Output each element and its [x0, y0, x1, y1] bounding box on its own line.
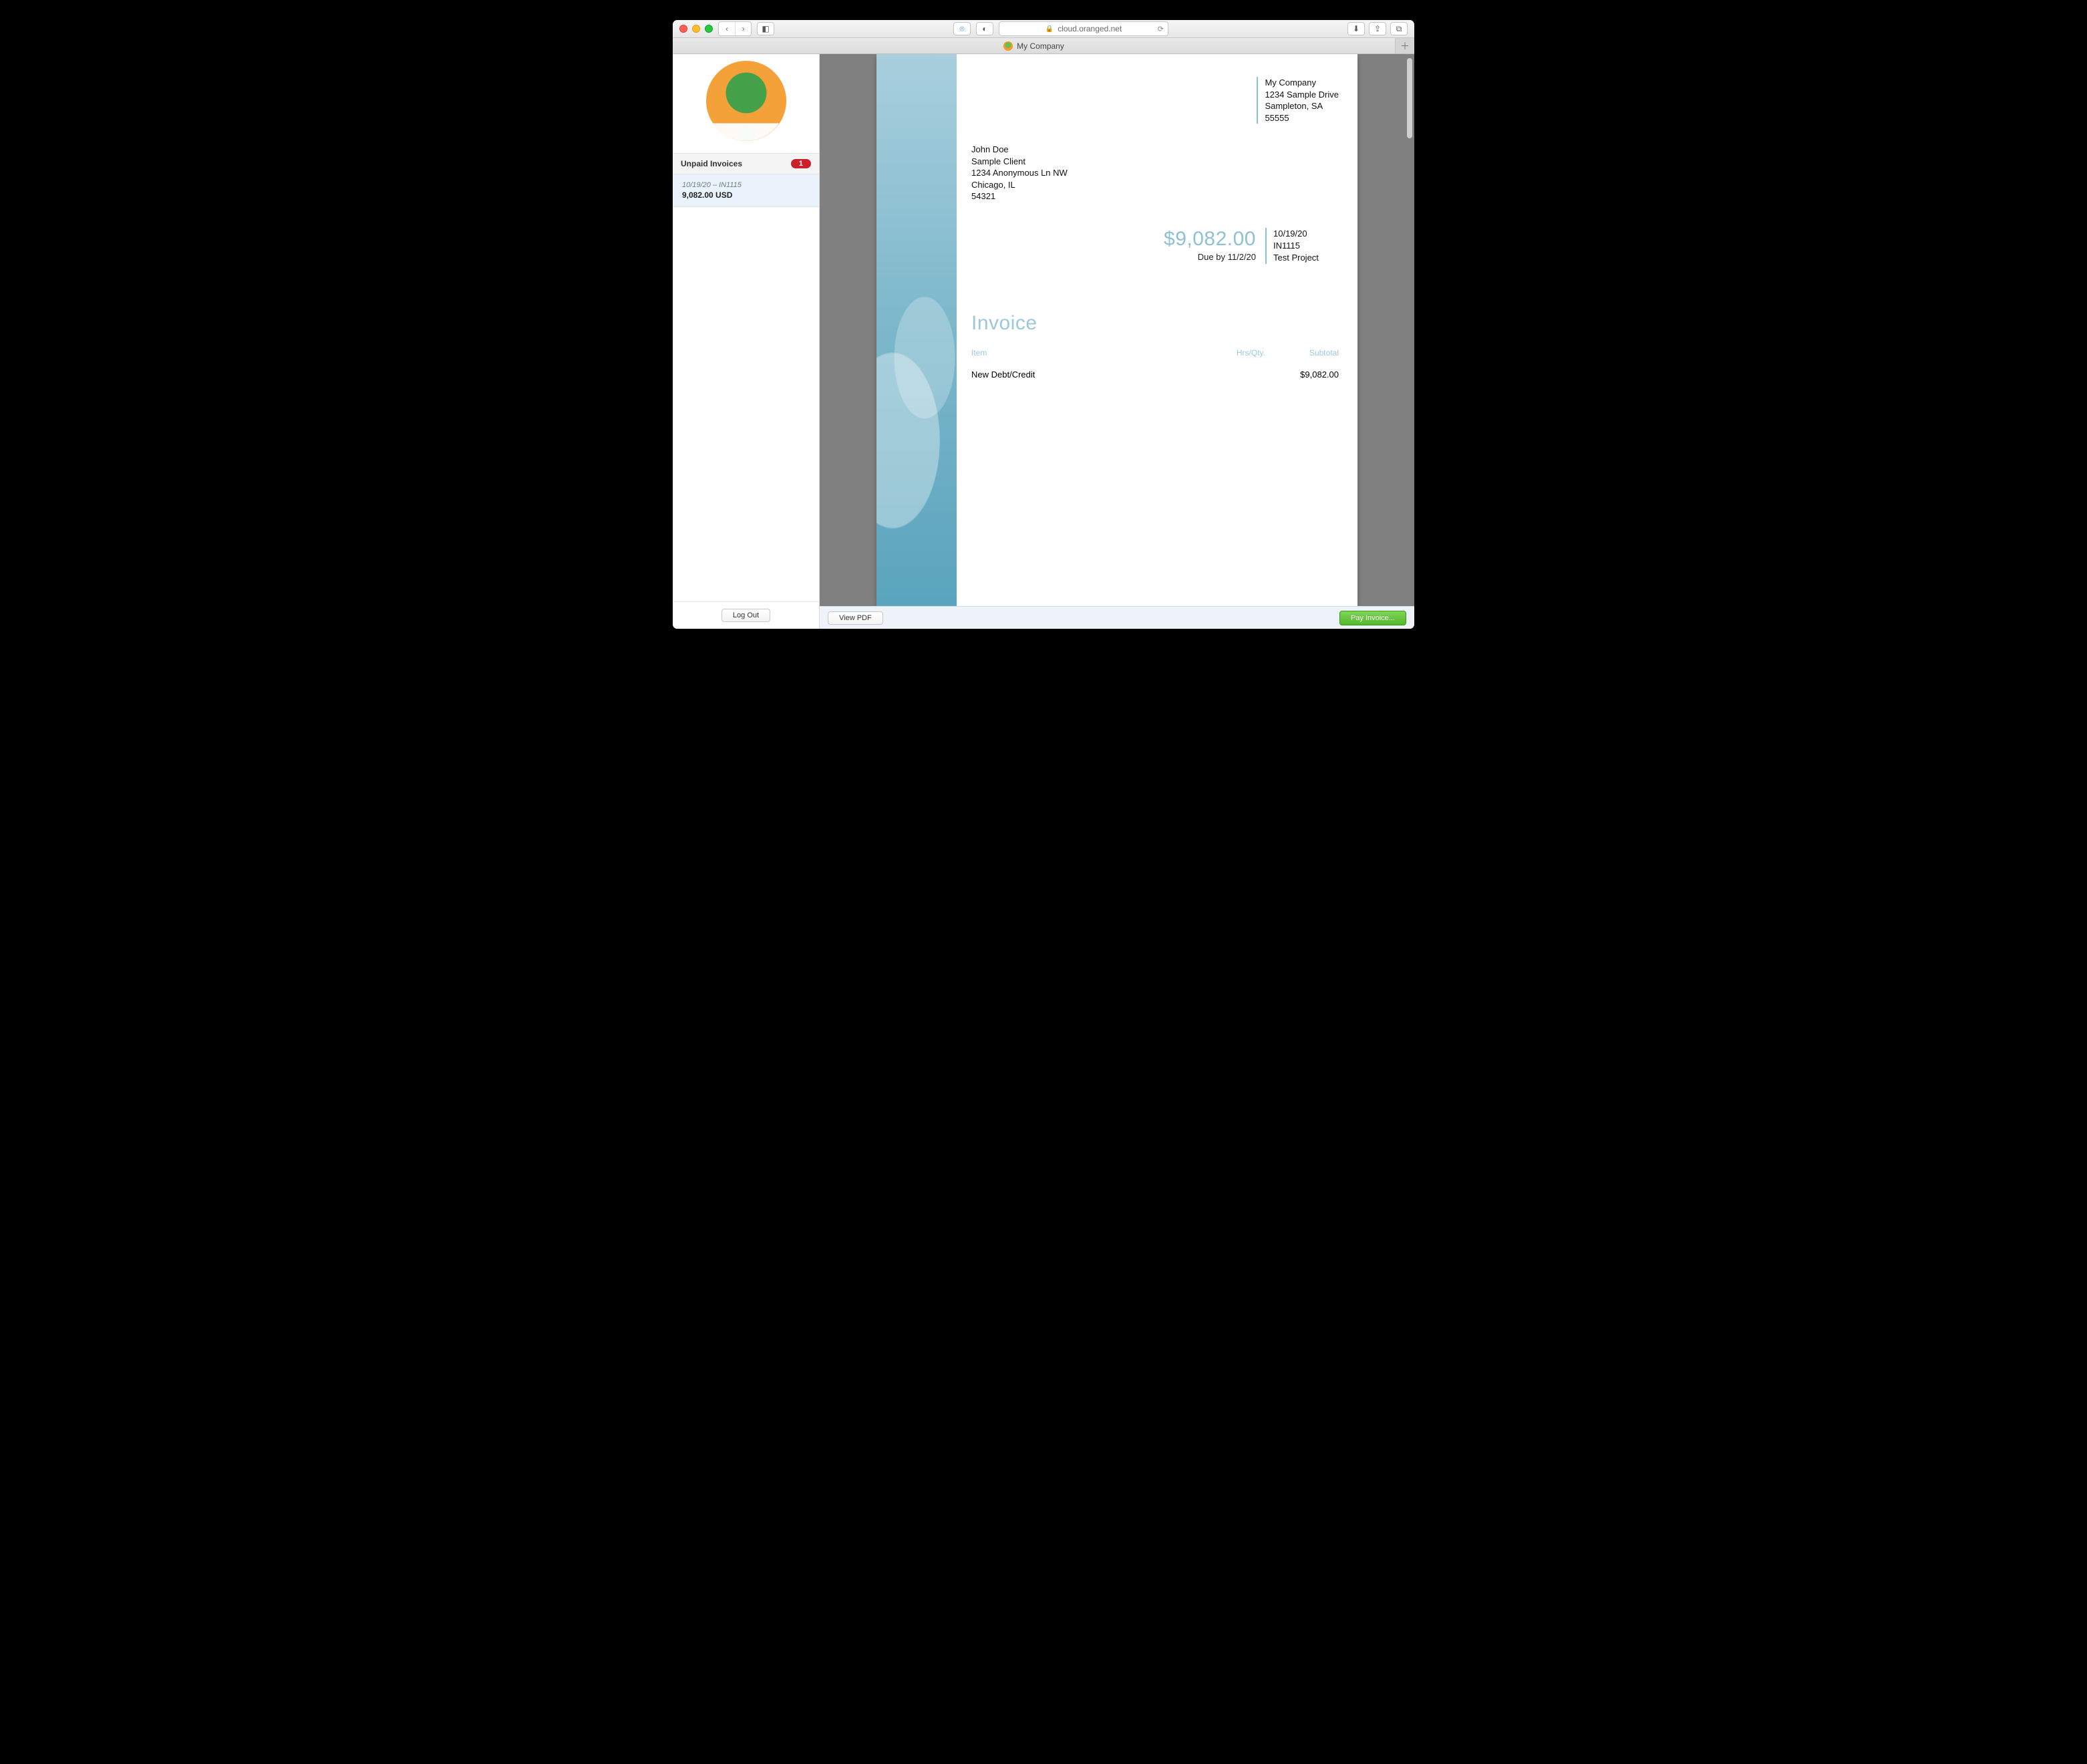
key-icon: ⌾ — [959, 24, 964, 34]
company-logo — [673, 54, 819, 153]
nav-back-forward: ‹ › — [718, 21, 752, 36]
tab-title: My Company — [1017, 41, 1064, 51]
col-qty: Hrs/Qty. — [1198, 348, 1265, 357]
document-footer: View PDF Pay Invoice... — [820, 606, 1414, 629]
sidebar-toggle-button[interactable]: ◧ — [757, 22, 774, 35]
company-name: My Company — [1265, 77, 1339, 89]
invoice-number: IN1115 — [1273, 240, 1339, 252]
invoice-item-meta: 10/19/20 – IN1115 — [682, 181, 810, 189]
shield-icon: ◐ — [982, 24, 987, 33]
client-name: John Doe — [971, 144, 1339, 156]
pay-invoice-button[interactable]: Pay Invoice... — [1339, 611, 1406, 625]
favicon-icon — [1003, 41, 1013, 51]
sidebar-section-unpaid: Unpaid Invoices 1 — [673, 153, 819, 174]
company-address: My Company 1234 Sample Drive Sampleton, … — [1257, 77, 1339, 124]
invoice-page: My Company 1234 Sample Drive Sampleton, … — [876, 54, 1357, 606]
client-org: Sample Client — [971, 156, 1339, 168]
address-bar[interactable]: 🔒 cloud.oranged.net ⟳ — [999, 21, 1168, 36]
document-scroll[interactable]: My Company 1234 Sample Drive Sampleton, … — [820, 54, 1414, 606]
close-window-button[interactable] — [679, 25, 687, 33]
password-manager-button[interactable]: ⌾ — [953, 22, 971, 35]
forward-button[interactable]: › — [735, 22, 751, 35]
window-controls — [679, 25, 713, 33]
line-item-name: New Debt/Credit — [971, 370, 1198, 380]
sidebar-footer: Log Out — [673, 601, 819, 629]
line-item-row: New Debt/Credit $9,082.00 — [971, 360, 1339, 380]
invoice-item-amount: 9,082.00 USD — [682, 190, 810, 200]
section-title: Unpaid Invoices — [681, 159, 742, 168]
invoice-project: Test Project — [1273, 252, 1339, 264]
sidebar-icon: ◧ — [762, 24, 769, 33]
tab-bar: My Company ＋ — [673, 38, 1414, 54]
invoice-title: Invoice — [971, 312, 1339, 335]
line-item-subtotal: $9,082.00 — [1265, 370, 1339, 380]
address-host: cloud.oranged.net — [1058, 24, 1122, 33]
client-street: 1234 Anonymous Ln NW — [971, 167, 1339, 179]
titlebar: ‹ › ◧ ⌾ ◐ 🔒 cloud.oranged.net ⟳ ⬇ ⇪ — [673, 20, 1414, 38]
invoice-meta: 10/19/20 IN1115 Test Project — [1265, 228, 1339, 265]
line-items-header: Item Hrs/Qty. Subtotal — [971, 348, 1339, 360]
scrollbar[interactable] — [1407, 58, 1412, 138]
invoice-date: 10/19/20 — [1273, 228, 1339, 240]
tabs-overview-button[interactable]: ⧉ — [1390, 22, 1408, 35]
col-item: Item — [971, 348, 1198, 357]
line-item-qty — [1198, 370, 1265, 380]
amount-row: $9,082.00 Due by 11/2/20 10/19/20 IN1115… — [971, 228, 1339, 265]
client-address: John Doe Sample Client 1234 Anonymous Ln… — [971, 144, 1339, 202]
client-zip: 54321 — [971, 190, 1339, 202]
zoom-window-button[interactable] — [705, 25, 713, 33]
browser-window: ‹ › ◧ ⌾ ◐ 🔒 cloud.oranged.net ⟳ ⬇ ⇪ — [673, 20, 1414, 629]
back-button[interactable]: ‹ — [719, 22, 735, 35]
tree-logo-icon — [706, 61, 786, 141]
sidebar: Unpaid Invoices 1 10/19/20 – IN1115 9,08… — [673, 54, 820, 629]
company-street: 1234 Sample Drive — [1265, 89, 1339, 101]
share-button[interactable]: ⇪ — [1369, 22, 1386, 35]
chevron-left-icon: ‹ — [726, 24, 728, 33]
invoice-list-item[interactable]: 10/19/20 – IN1115 9,082.00 USD — [673, 174, 819, 207]
logout-button[interactable]: Log Out — [721, 609, 770, 622]
reload-icon[interactable]: ⟳ — [1158, 25, 1164, 33]
view-pdf-button[interactable]: View PDF — [828, 611, 883, 625]
download-icon: ⬇ — [1353, 24, 1359, 33]
page-decoration — [876, 54, 957, 606]
privacy-report-button[interactable]: ◐ — [976, 22, 993, 35]
new-tab-button[interactable]: ＋ — [1396, 38, 1414, 53]
minimize-window-button[interactable] — [692, 25, 700, 33]
downloads-button[interactable]: ⬇ — [1347, 22, 1365, 35]
share-icon: ⇪ — [1374, 24, 1381, 33]
document-area: My Company 1234 Sample Drive Sampleton, … — [820, 54, 1414, 629]
company-zip: 55555 — [1265, 112, 1339, 124]
chevron-right-icon: › — [742, 24, 745, 33]
app-content: Unpaid Invoices 1 10/19/20 – IN1115 9,08… — [673, 54, 1414, 629]
tab-my-company[interactable]: My Company — [673, 38, 1396, 53]
tabs-icon: ⧉ — [1396, 24, 1402, 34]
unpaid-count-badge: 1 — [791, 159, 811, 168]
lock-icon: 🔒 — [1046, 25, 1054, 33]
client-city: Chicago, IL — [971, 179, 1339, 191]
invoice-due: Due by 11/2/20 — [1164, 252, 1256, 262]
page-body: My Company 1234 Sample Drive Sampleton, … — [957, 54, 1357, 606]
invoice-total: $9,082.00 — [1164, 228, 1256, 251]
company-city: Sampleton, SA — [1265, 100, 1339, 112]
col-subtotal: Subtotal — [1265, 348, 1339, 357]
